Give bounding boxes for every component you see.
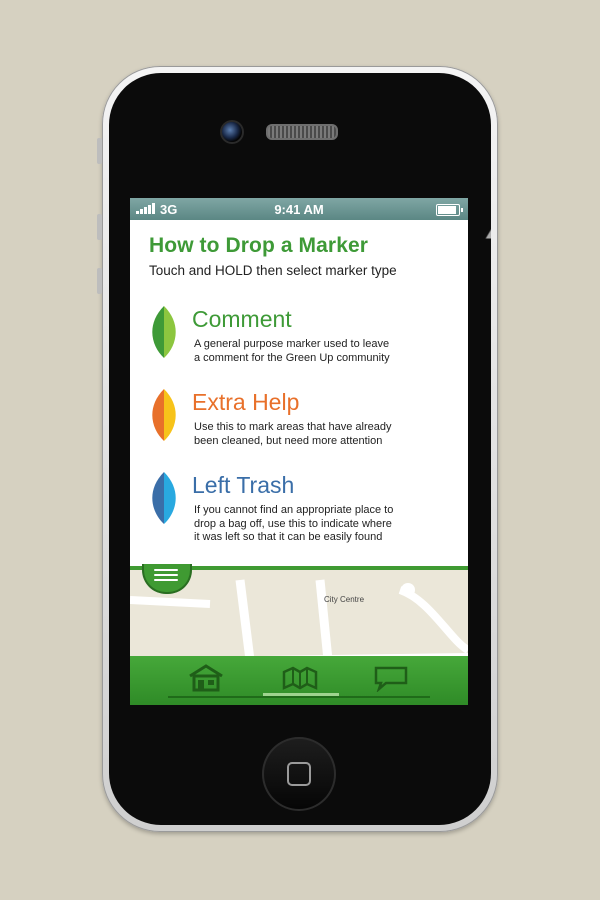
- marker-description: If you cannot find an appropriate place …: [194, 504, 394, 543]
- volume-down-button: [97, 268, 102, 294]
- hamburger-icon: [154, 569, 178, 583]
- leaf-comment-icon: [152, 306, 176, 358]
- marker-description: Use this to mark areas that have already…: [194, 421, 392, 447]
- battery-fill: [438, 206, 456, 214]
- speaker-grille: [266, 124, 338, 140]
- page-subtitle: Touch and HOLD then select marker type: [149, 263, 397, 278]
- status-bar: 3G 9:41 AM: [130, 198, 468, 220]
- leaf-extra-help-icon: [152, 389, 176, 441]
- tab-divider: [168, 696, 430, 698]
- clock: 9:41 AM: [274, 202, 324, 217]
- app-screen: 3G 9:41 AM How to Drop a Marker Touch an…: [130, 198, 468, 705]
- map-place-label: City Centre: [324, 595, 365, 604]
- map-view[interactable]: City Centre: [130, 564, 468, 660]
- home-button[interactable]: [262, 737, 336, 811]
- camera-icon: [220, 120, 244, 144]
- chat-icon: [374, 666, 408, 693]
- leaf-left-trash-icon: [152, 472, 176, 524]
- marker-title: Extra Help: [192, 389, 300, 415]
- marker-left-trash[interactable]: Left Trash If you cannot find an appropr…: [149, 472, 450, 555]
- page-title: How to Drop a Marker: [149, 234, 369, 257]
- marker-title: Left Trash: [192, 472, 295, 498]
- marker-title: Comment: [192, 306, 292, 332]
- mute-switch: [97, 138, 102, 164]
- marker-description: A general purpose marker used to leave a…: [194, 338, 390, 364]
- marker-list: Comment A general purpose marker used to…: [149, 306, 450, 555]
- tab-map[interactable]: [281, 664, 331, 694]
- home-square-icon: [287, 762, 311, 786]
- battery-icon: [436, 204, 463, 216]
- home-icon: [189, 664, 223, 692]
- help-panel: How to Drop a Marker Touch and HOLD then…: [130, 220, 468, 555]
- tab-home[interactable]: [187, 664, 237, 694]
- tab-bar: [130, 656, 468, 705]
- tab-comments[interactable]: [372, 664, 422, 694]
- marker-comment[interactable]: Comment A general purpose marker used to…: [149, 306, 450, 389]
- active-tab-indicator: [263, 693, 339, 696]
- map-icon: [282, 666, 318, 690]
- marker-extra-help[interactable]: Extra Help Use this to mark areas that h…: [149, 389, 450, 472]
- volume-up-button: [97, 214, 102, 240]
